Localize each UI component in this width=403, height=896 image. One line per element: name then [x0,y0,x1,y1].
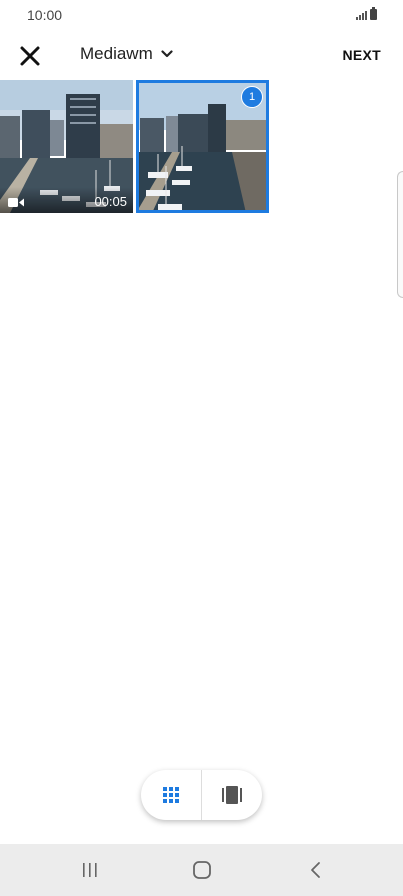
media-item-video[interactable]: 00:05 [0,80,133,213]
video-camera-icon [8,198,24,207]
recent-apps-button[interactable] [77,857,103,883]
album-selector[interactable]: Mediawm [80,44,173,64]
battery-icon [370,7,377,20]
view-toggle [141,770,262,820]
close-button[interactable] [18,44,42,68]
header: Mediawm NEXT [0,34,403,78]
single-view-button[interactable] [202,770,262,820]
back-icon [311,862,320,878]
back-button[interactable] [303,857,329,883]
video-duration: 00:05 [94,194,127,209]
status-icons [356,7,377,20]
home-icon [193,861,211,879]
home-button[interactable] [189,857,215,883]
close-icon [20,46,40,66]
status-time: 10:00 [27,7,63,23]
single-view-icon [222,786,242,804]
media-item-photo[interactable]: 1 [136,80,269,213]
signal-icon [356,9,367,20]
recent-apps-icon [83,863,97,877]
selection-count-badge: 1 [241,86,263,108]
album-title: Mediawm [80,44,153,63]
grid-view-button[interactable] [141,770,201,820]
chevron-down-icon [161,50,173,58]
status-bar: 10:00 [0,0,403,34]
edge-panel-handle[interactable] [397,171,403,298]
grid-view-icon [163,787,179,803]
next-button[interactable]: NEXT [342,47,381,63]
navigation-bar [0,844,403,896]
